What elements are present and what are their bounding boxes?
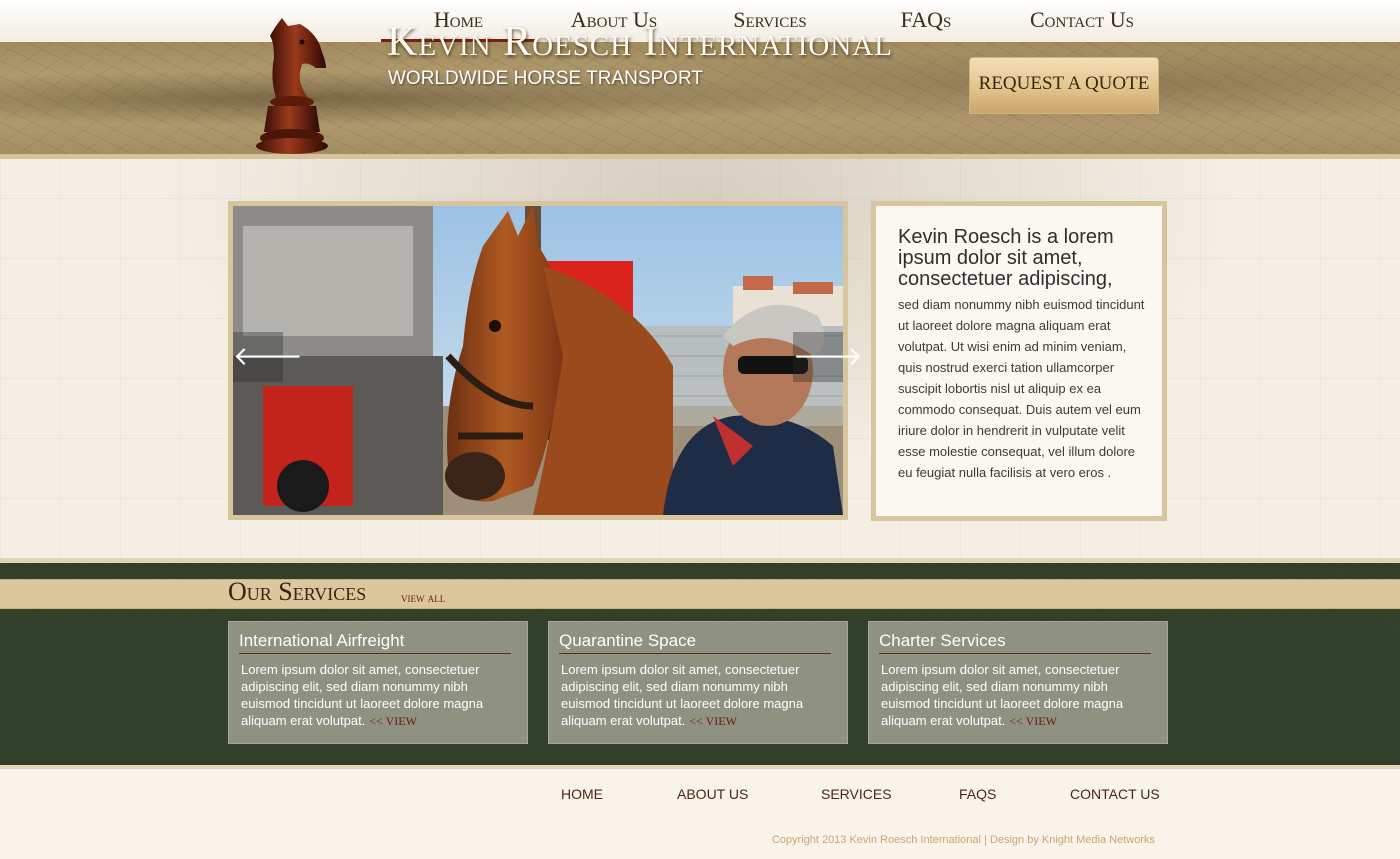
service-card-title[interactable]: Charter Services [879, 631, 1151, 654]
service-card-text: Lorem ipsum dolor sit amet, consectetuer… [561, 662, 804, 728]
footer-nav-about-us[interactable]: ABOUT US [677, 786, 748, 802]
slide-photo-horse [233, 206, 843, 515]
site-tagline: WORLDWIDE HORSE TRANSPORT [388, 68, 703, 89]
service-card-airfreight[interactable]: International Airfreight Lorem ipsum dol… [228, 621, 528, 744]
service-card-title[interactable]: International Airfreight [239, 631, 511, 654]
service-card-quarantine[interactable]: Quarantine Space Lorem ipsum dolor sit a… [548, 621, 848, 744]
service-card-text: Lorem ipsum dolor sit amet, consectetuer… [881, 662, 1124, 728]
image-slider[interactable] [228, 201, 848, 520]
service-card-charter[interactable]: Charter Services Lorem ipsum dolor sit a… [868, 621, 1168, 744]
service-card-view-link[interactable]: << VIEW [1009, 714, 1057, 728]
request-quote-button[interactable]: REQUEST A QUOTE [969, 57, 1159, 114]
footer-nav-home[interactable]: HOME [561, 786, 603, 802]
nav-contact-us[interactable]: Contact Us [1008, 6, 1156, 42]
service-card-body: Lorem ipsum dolor sit amet, consectetuer… [881, 661, 1155, 730]
services-title: Our Services [228, 577, 367, 606]
chess-knight-icon[interactable] [252, 12, 336, 158]
slider-prev-arrow[interactable]: 🡐 [233, 332, 303, 382]
copyright-text[interactable]: Copyright 2013 Kevin Roesch Internationa… [772, 834, 1155, 846]
service-card-text: Lorem ipsum dolor sit amet, consectetuer… [241, 662, 484, 728]
footer [0, 765, 1400, 859]
intro-heading: Kevin Roesch is a lorem ipsum dolor sit … [898, 226, 1114, 290]
slider-next-arrow[interactable]: 🡒 [793, 332, 863, 382]
service-card-body: Lorem ipsum dolor sit amet, consectetuer… [241, 661, 515, 730]
service-card-view-link[interactable]: << VIEW [369, 714, 417, 728]
view-all-services-link[interactable]: view all [401, 590, 445, 606]
footer-nav-faqs[interactable]: FAQS [959, 786, 996, 802]
footer-nav-services[interactable]: SERVICES [821, 786, 892, 802]
footer-nav-contact-us[interactable]: CONTACT US [1070, 786, 1160, 802]
site-title[interactable]: Kevin Roesch International [387, 18, 893, 66]
services-header-bar [0, 579, 1400, 609]
service-card-view-link[interactable]: << VIEW [689, 714, 737, 728]
intro-panel: Kevin Roesch is a lorem ipsum dolor sit … [871, 201, 1167, 521]
service-card-title[interactable]: Quarantine Space [559, 631, 831, 654]
service-card-body: Lorem ipsum dolor sit amet, consectetuer… [561, 661, 835, 730]
intro-body: sed diam nonummy nibh euismod tincidunt … [898, 297, 1145, 480]
